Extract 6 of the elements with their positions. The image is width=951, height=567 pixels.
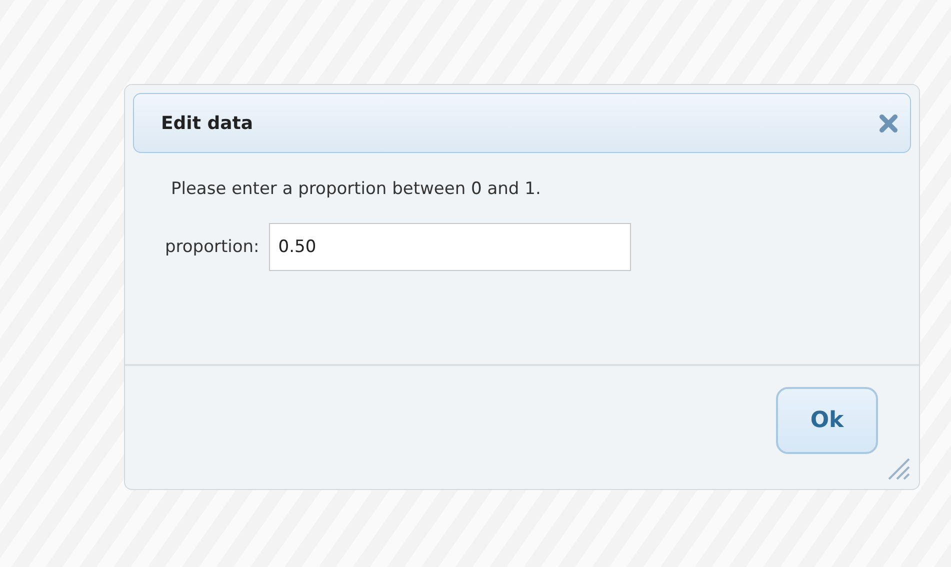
close-icon[interactable] xyxy=(879,114,898,132)
ok-button[interactable]: Ok xyxy=(776,387,878,454)
proportion-field[interactable]: 0.50 xyxy=(269,223,632,271)
dialog-title: Edit data xyxy=(161,112,254,134)
dialog-message: Please enter a proportion between 0 and 1. xyxy=(171,179,542,199)
field-label: proportion: xyxy=(165,237,260,257)
